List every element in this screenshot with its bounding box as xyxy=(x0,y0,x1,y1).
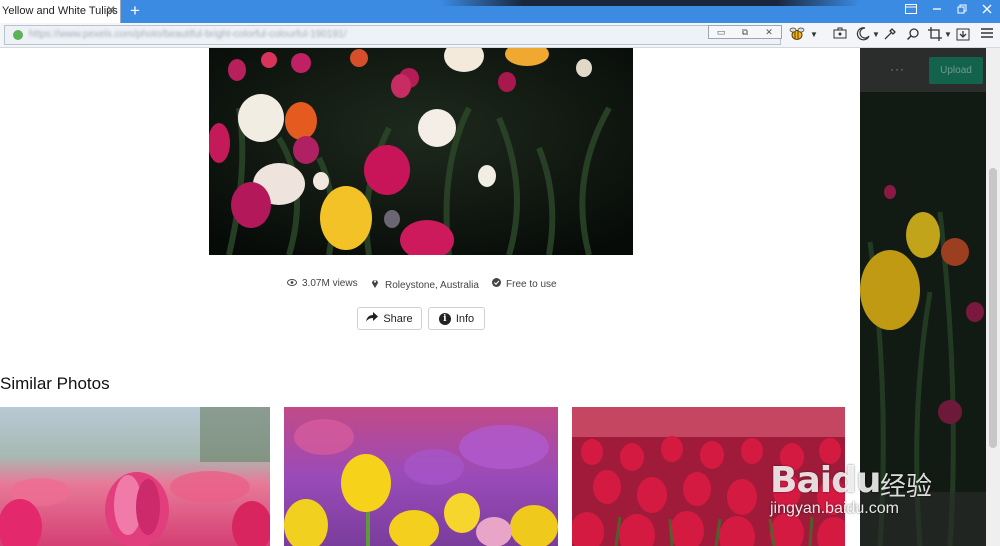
tab-bar-shadow xyxy=(440,0,860,6)
addr-close-button[interactable]: ✕ xyxy=(757,26,781,38)
info-button[interactable]: i Info xyxy=(428,307,485,330)
scrollbar-thumb[interactable] xyxy=(989,168,997,448)
license-text[interactable]: Free to use xyxy=(506,279,557,290)
photo-meta: 3.07M views Roleystone, Australia Free t… xyxy=(0,278,860,294)
address-bar-window-buttons: ▭ ⧉ ✕ xyxy=(708,25,782,39)
similar-photo-2[interactable] xyxy=(284,407,558,546)
address-bar[interactable]: https://www.pexels.com/photo/beautiful-b… xyxy=(4,25,782,45)
location-stat[interactable]: Roleystone, Australia xyxy=(369,278,479,294)
minimize-icon[interactable] xyxy=(929,3,945,19)
restore-icon[interactable] xyxy=(954,3,970,19)
browser-tab[interactable]: Yellow and White Tulips ✕ xyxy=(0,0,121,23)
browser-toolbar: https://www.pexels.com/photo/beautiful-b… xyxy=(0,23,1000,48)
skin-icon[interactable] xyxy=(903,3,919,19)
map-pin-icon xyxy=(369,278,381,290)
watermark-logo-cn: 经验 xyxy=(880,471,933,501)
briefcase-icon[interactable] xyxy=(832,27,848,43)
download-icon[interactable] xyxy=(955,27,971,43)
eye-icon xyxy=(286,278,298,288)
crop-dropdown-icon[interactable]: ▼ xyxy=(940,27,956,43)
menu-icon[interactable] xyxy=(979,27,995,43)
page-content: 3.07M views Roleystone, Australia Free t… xyxy=(0,48,860,546)
browser-tab-bar: Yellow and White Tulips ✕ + xyxy=(0,0,1000,23)
bee-dropdown-icon[interactable]: ▼ xyxy=(806,27,822,43)
more-options-icon[interactable]: ··· xyxy=(890,62,905,76)
close-icon[interactable] xyxy=(979,3,995,19)
main-photo[interactable] xyxy=(209,48,633,255)
address-url[interactable]: https://www.pexels.com/photo/beautiful-b… xyxy=(29,29,346,40)
similar-photo-1[interactable] xyxy=(0,407,270,546)
addr-restore-button[interactable]: ⧉ xyxy=(733,26,757,38)
tab-title: Yellow and White Tulips xyxy=(2,5,118,17)
info-icon: i xyxy=(438,312,451,325)
new-tab-button[interactable]: + xyxy=(124,0,146,23)
similar-photos-title: Similar Photos xyxy=(0,374,110,393)
info-label: Info xyxy=(455,312,475,325)
baidu-watermark: Baidu 经验 jingyan.baidu.com xyxy=(770,448,970,528)
search-icon[interactable] xyxy=(905,27,921,43)
secure-lock-icon xyxy=(13,30,23,40)
watermark-logo: Baidu xyxy=(770,460,881,501)
share-label: Share xyxy=(383,312,413,325)
license-stat[interactable]: Free to use xyxy=(490,278,557,294)
share-arrow-icon xyxy=(366,312,379,325)
tools-icon[interactable] xyxy=(882,27,898,43)
location-text[interactable]: Roleystone, Australia xyxy=(385,280,479,291)
page-scrollbar[interactable] xyxy=(986,48,1000,546)
tab-close-icon[interactable]: ✕ xyxy=(106,3,116,17)
addr-minimize-button[interactable]: ▭ xyxy=(709,26,733,38)
watermark-url: jingyan.baidu.com xyxy=(770,500,899,517)
upload-button[interactable]: Upload xyxy=(929,57,983,84)
views-count: 3.07M views xyxy=(302,278,358,289)
bee-icon[interactable] xyxy=(789,27,805,43)
views-stat: 3.07M views xyxy=(286,278,358,294)
check-circle-icon xyxy=(490,278,502,289)
share-button[interactable]: Share xyxy=(357,307,422,330)
